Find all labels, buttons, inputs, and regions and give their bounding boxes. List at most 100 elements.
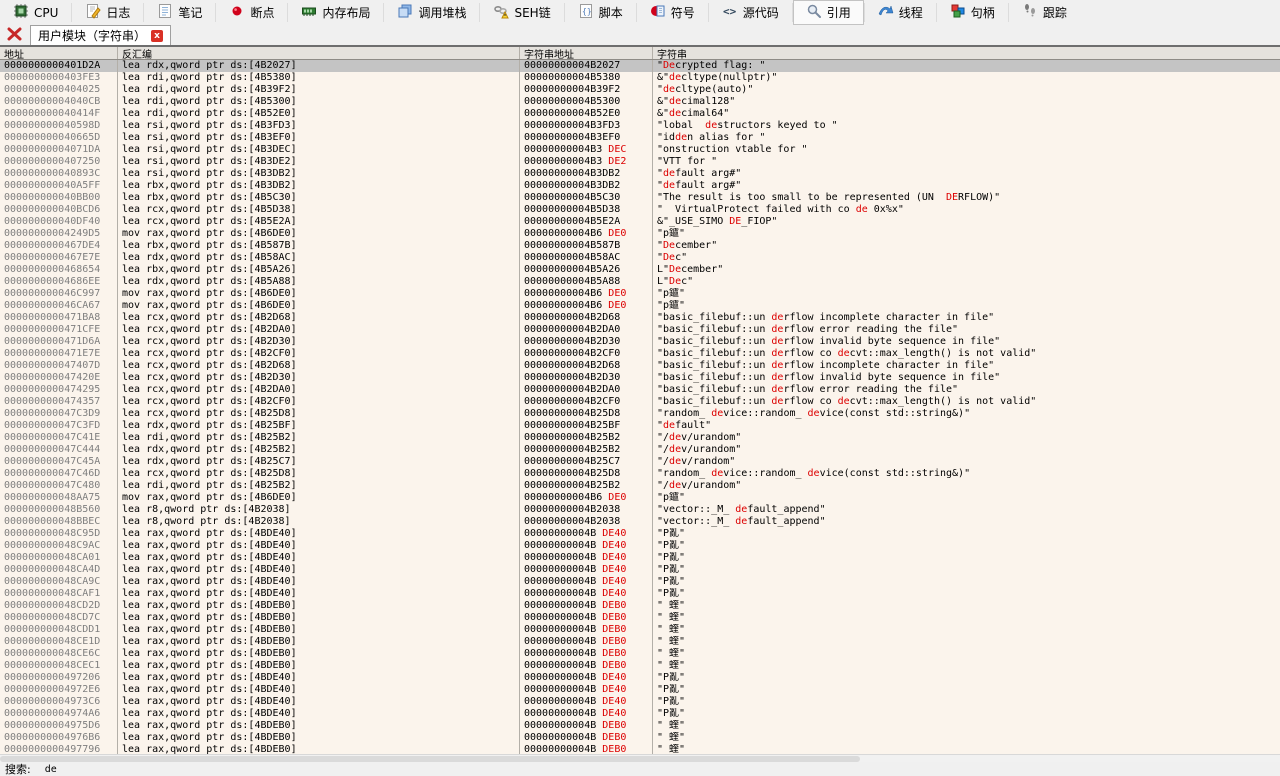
search-match-highlight: DE0: [608, 228, 626, 239]
tab-close-icon[interactable]: x: [151, 30, 163, 42]
table-row[interactable]: 000000000040DF40lea rcx,qword ptr ds:[4B…: [0, 216, 1280, 228]
toolbar-button-trace[interactable]: 跟踪: [1009, 0, 1080, 25]
table-row[interactable]: 00000000004686EElea rdx,qword ptr ds:[4B…: [0, 276, 1280, 288]
table-row[interactable]: 00000000004040CBlea rdi,qword ptr ds:[4B…: [0, 96, 1280, 108]
table-row[interactable]: 000000000048BBEClea r8,qword ptr ds:[4B2…: [0, 516, 1280, 528]
text-segment: 00000000004B3DB2: [524, 168, 620, 179]
text-segment: 00000000004B5D38: [524, 204, 620, 215]
table-row[interactable]: 0000000000404025lea rdi,qword ptr ds:[4B…: [0, 84, 1280, 96]
toolbar-button-log[interactable]: 日志: [72, 0, 143, 25]
table-row[interactable]: 000000000047C444lea rdx,qword ptr ds:[4B…: [0, 444, 1280, 456]
toolbar-button-handles[interactable]: 句柄: [937, 0, 1008, 25]
seh-icon: [493, 3, 509, 22]
text-segment: "basic_filebuf::un: [657, 348, 771, 359]
search-input[interactable]: de: [45, 764, 57, 775]
table-row[interactable]: 000000000048C95Dlea rax,qword ptr ds:[4B…: [0, 528, 1280, 540]
table-row[interactable]: 000000000048CA9Clea rax,qword ptr ds:[4B…: [0, 576, 1280, 588]
table-row[interactable]: 0000000000471CFElea rcx,qword ptr ds:[4B…: [0, 324, 1280, 336]
table-row[interactable]: 00000000004071DAlea rsi,qword ptr ds:[4B…: [0, 144, 1280, 156]
text-segment: "/: [657, 432, 669, 443]
table-row[interactable]: 000000000047420Elea rcx,qword ptr ds:[4B…: [0, 372, 1280, 384]
table-row[interactable]: 000000000046C997mov rax,qword ptr ds:[4B…: [0, 288, 1280, 300]
toolbar-button-source[interactable]: <>源代码: [709, 0, 792, 25]
disassembly-cell: lea r8,qword ptr ds:[4B2038]: [118, 504, 520, 516]
table-row[interactable]: 0000000000474357lea rcx,qword ptr ds:[4B…: [0, 396, 1280, 408]
table-row[interactable]: 0000000000467DE4lea rbx,qword ptr ds:[4B…: [0, 240, 1280, 252]
address-cell: 000000000047C3FD: [0, 420, 118, 432]
table-row-selected[interactable]: 0000000000401D2Alea rdx,qword ptr ds:[4B…: [0, 60, 1280, 72]
table-row[interactable]: 000000000048B560lea r8,qword ptr ds:[4B2…: [0, 504, 1280, 516]
table-row[interactable]: 000000000047C41Elea rdi,qword ptr ds:[4B…: [0, 432, 1280, 444]
table-row[interactable]: 0000000000471D6Alea rcx,qword ptr ds:[4B…: [0, 336, 1280, 348]
table-row[interactable]: 0000000000474295lea rcx,qword ptr ds:[4B…: [0, 384, 1280, 396]
table-row[interactable]: 000000000048CA4Dlea rax,qword ptr ds:[4B…: [0, 564, 1280, 576]
table-row[interactable]: 00000000004975D6lea rax,qword ptr ds:[4B…: [0, 720, 1280, 732]
toolbar-button-threads[interactable]: 线程: [865, 0, 936, 25]
table-row[interactable]: 00000000004974A6lea rax,qword ptr ds:[4B…: [0, 708, 1280, 720]
table-row[interactable]: 000000000048AA75mov rax,qword ptr ds:[4B…: [0, 492, 1280, 504]
table-row[interactable]: 00000000004976B6lea rax,qword ptr ds:[4B…: [0, 732, 1280, 744]
string-cell: "basic_filebuf::un derflow incomplete ch…: [653, 360, 1280, 372]
table-row[interactable]: 000000000048CE6Clea rax,qword ptr ds:[4B…: [0, 648, 1280, 660]
toolbar-button-cpu[interactable]: CPU: [0, 0, 71, 25]
address-cell: 0000000000407250: [0, 156, 118, 168]
table-row[interactable]: 00000000004973C6lea rax,qword ptr ds:[4B…: [0, 696, 1280, 708]
table-row[interactable]: 000000000040BCD6lea rcx,qword ptr ds:[4B…: [0, 204, 1280, 216]
table-row[interactable]: 0000000000497796lea rax,qword ptr ds:[4B…: [0, 744, 1280, 754]
toolbar-button-memory-map[interactable]: 内存布局: [288, 0, 383, 25]
table-row[interactable]: 000000000047407Dlea rcx,qword ptr ds:[4B…: [0, 360, 1280, 372]
table-row[interactable]: 000000000048CA01lea rax,qword ptr ds:[4B…: [0, 552, 1280, 564]
table-row[interactable]: 000000000047C45Alea rdx,qword ptr ds:[4B…: [0, 456, 1280, 468]
table-row[interactable]: 000000000047C3D9lea rcx,qword ptr ds:[4B…: [0, 408, 1280, 420]
table-row[interactable]: 000000000048CD2Dlea rax,qword ptr ds:[4B…: [0, 600, 1280, 612]
table-row[interactable]: 000000000040BB00lea rbx,qword ptr ds:[4B…: [0, 192, 1280, 204]
table-row[interactable]: 000000000040893Clea rsi,qword ptr ds:[4B…: [0, 168, 1280, 180]
table-row[interactable]: 000000000048CD7Clea rax,qword ptr ds:[4B…: [0, 612, 1280, 624]
table-row[interactable]: 0000000000497206lea rax,qword ptr ds:[4B…: [0, 672, 1280, 684]
horizontal-scrollbar[interactable]: [0, 754, 1280, 762]
text-segment: v/urandom": [681, 444, 741, 455]
table-row[interactable]: 000000000048CAF1lea rax,qword ptr ds:[4B…: [0, 588, 1280, 600]
toolbar-button-seh[interactable]: SEH链: [480, 0, 563, 25]
table-row[interactable]: 000000000047C3FDlea rdx,qword ptr ds:[4B…: [0, 420, 1280, 432]
table-row[interactable]: 000000000040665Dlea rsi,qword ptr ds:[4B…: [0, 132, 1280, 144]
table-row[interactable]: 000000000047C46Dlea rcx,qword ptr ds:[4B…: [0, 468, 1280, 480]
toolbar-button-call-stack[interactable]: 调用堆栈: [384, 0, 479, 25]
table-row[interactable]: 000000000048C9AClea rax,qword ptr ds:[4B…: [0, 540, 1280, 552]
references-icon: [806, 3, 822, 22]
table-row[interactable]: 0000000000407250lea rsi,qword ptr ds:[4B…: [0, 156, 1280, 168]
tab-user-modules-strings[interactable]: 用户模块（字符串） x: [30, 25, 171, 45]
table-row[interactable]: 0000000000468654lea rbx,qword ptr ds:[4B…: [0, 264, 1280, 276]
table-row[interactable]: 000000000046CA67mov rax,qword ptr ds:[4B…: [0, 300, 1280, 312]
table-row[interactable]: 0000000000467E7Elea rdx,qword ptr ds:[4B…: [0, 252, 1280, 264]
disassembly-cell: lea rcx,qword ptr ds:[4B2CF0]: [118, 396, 520, 408]
table-row[interactable]: 00000000004249D5mov rax,qword ptr ds:[4B…: [0, 228, 1280, 240]
column-header-string[interactable]: 字符串: [653, 47, 1280, 59]
table-row[interactable]: 0000000000403FE3lea rdi,qword ptr ds:[4B…: [0, 72, 1280, 84]
column-header-disassembly[interactable]: 反汇编: [118, 47, 520, 59]
table-row[interactable]: 000000000047C480lea rdi,qword ptr ds:[4B…: [0, 480, 1280, 492]
close-all-tabs-button[interactable]: [5, 27, 23, 43]
column-header-string-address[interactable]: 字符串地址: [520, 47, 653, 59]
table-row[interactable]: 000000000048CE1Dlea rax,qword ptr ds:[4B…: [0, 636, 1280, 648]
table-row[interactable]: 000000000040A5FFlea rbx,qword ptr ds:[4B…: [0, 180, 1280, 192]
table-row[interactable]: 0000000000471BA8lea rcx,qword ptr ds:[4B…: [0, 312, 1280, 324]
text-segment: 00000000004B25C7: [524, 456, 620, 467]
toolbar-button-script[interactable]: {}脚本: [565, 0, 636, 25]
toolbar-button-symbols[interactable]: 符号: [637, 0, 708, 25]
toolbar-button-notes[interactable]: 笔记: [144, 0, 215, 25]
text-segment: "P亂": [657, 528, 685, 539]
search-match-highlight: DE0: [608, 288, 626, 299]
table-row[interactable]: 000000000048CEC1lea rax,qword ptr ds:[4B…: [0, 660, 1280, 672]
column-header-address[interactable]: 地址: [0, 47, 118, 59]
disassembly-cell: lea rcx,qword ptr ds:[4B5D38]: [118, 204, 520, 216]
table-row[interactable]: 000000000040598Dlea rsi,qword ptr ds:[4B…: [0, 120, 1280, 132]
table-row[interactable]: 000000000040414Flea rdi,qword ptr ds:[4B…: [0, 108, 1280, 120]
table-row[interactable]: 000000000048CDD1lea rax,qword ptr ds:[4B…: [0, 624, 1280, 636]
disassembly-cell: lea rax,qword ptr ds:[4BDE40]: [118, 540, 520, 552]
toolbar-button-references[interactable]: 引用: [793, 0, 864, 25]
table-row[interactable]: 00000000004972E6lea rax,qword ptr ds:[4B…: [0, 684, 1280, 696]
table-row[interactable]: 0000000000471E7Elea rcx,qword ptr ds:[4B…: [0, 348, 1280, 360]
horizontal-scrollbar-thumb[interactable]: [0, 756, 860, 762]
toolbar-button-breakpoints[interactable]: 断点: [216, 0, 287, 25]
